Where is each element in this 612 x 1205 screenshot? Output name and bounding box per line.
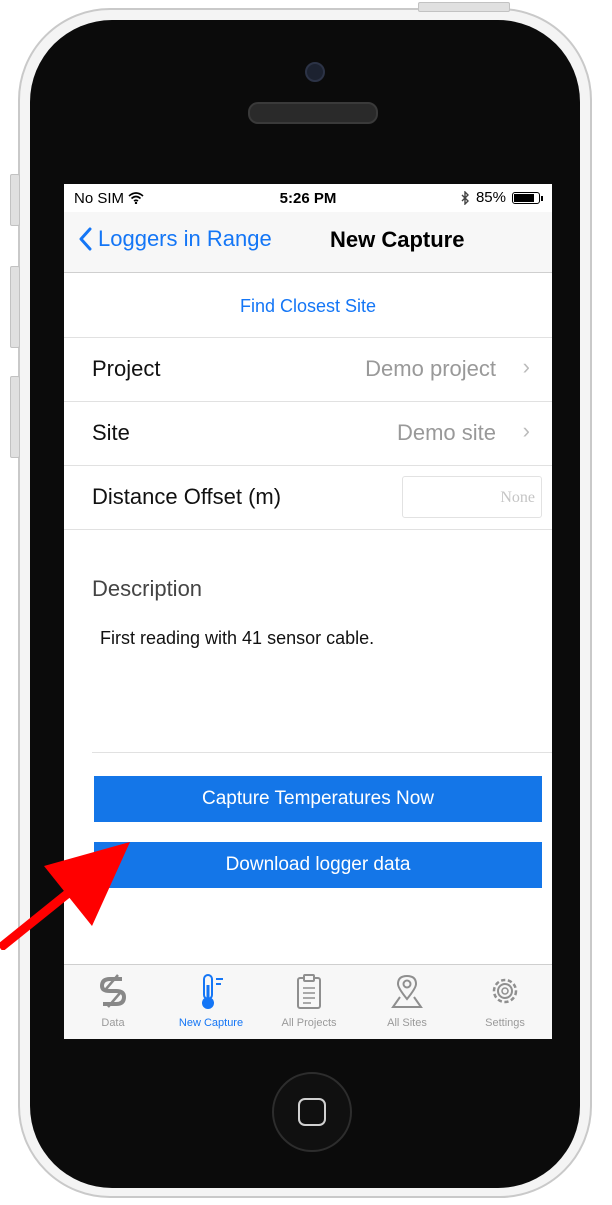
power-button (418, 2, 510, 12)
thermometer-icon (202, 974, 223, 1009)
navigation-bar: Loggers in Range New Capture (64, 212, 552, 273)
home-button-square (298, 1098, 326, 1126)
tab-label: All Projects (281, 1017, 337, 1029)
tab-all-sites[interactable]: All Sites (358, 965, 456, 1039)
tab-new-capture[interactable]: New Capture (162, 965, 260, 1039)
tab-label: Data (101, 1017, 125, 1029)
description-text[interactable]: First reading with 41 sensor cable. (100, 628, 374, 649)
battery-tip (541, 195, 543, 201)
chevron-right-icon: › (522, 418, 530, 443)
distance-offset-label: Distance Offset (m) (92, 484, 282, 509)
description-divider (92, 752, 552, 753)
volume-down-button (10, 376, 20, 458)
download-logger-data-button[interactable]: Download logger data (94, 842, 542, 888)
battery-percent: 85% (475, 189, 506, 206)
chevron-left-icon (79, 227, 92, 251)
page-title: New Capture (330, 227, 465, 252)
find-closest-site-link[interactable]: Find Closest Site (64, 274, 552, 338)
distance-offset-input[interactable]: None (402, 476, 542, 518)
back-button[interactable]: Loggers in Range (78, 226, 272, 252)
clipboard-icon (297, 974, 321, 1009)
map-pin-icon (391, 974, 423, 1008)
description-label: Description (92, 576, 203, 601)
tab-label: New Capture (178, 1017, 244, 1029)
tab-data[interactable]: Data (64, 965, 162, 1039)
mute-switch (10, 174, 20, 226)
annotation-arrow (0, 842, 130, 950)
tab-bar: Data New Capture All Projects All Sites … (64, 964, 552, 1039)
battery-icon (512, 191, 543, 204)
volume-up-button (10, 266, 20, 348)
capture-temperatures-button[interactable]: Capture Temperatures Now (94, 776, 542, 822)
chevron-right-icon: › (522, 354, 530, 379)
bluetooth-icon (461, 190, 469, 205)
tab-all-projects[interactable]: All Projects (260, 965, 358, 1039)
site-row[interactable]: Site Demo site › (64, 402, 552, 466)
project-row[interactable]: Project Demo project › (64, 338, 552, 402)
status-right: 85% (460, 189, 543, 206)
data-logo-icon (99, 974, 127, 1008)
tab-settings[interactable]: Settings (456, 965, 552, 1039)
gear-icon (492, 978, 518, 1004)
project-label: Project (92, 356, 161, 381)
earpiece-speaker (248, 102, 378, 124)
front-camera (305, 62, 325, 82)
battery-fill (514, 193, 535, 202)
tab-label: Settings (485, 1017, 525, 1029)
distance-offset-row: Distance Offset (m) None (64, 466, 552, 530)
tab-label: All Sites (387, 1017, 427, 1029)
site-value: Demo site (396, 420, 496, 445)
home-button[interactable] (272, 1072, 352, 1152)
status-bar: No SIM 5:26 PM 85% (64, 184, 552, 212)
site-label: Site (92, 420, 130, 445)
project-value: Demo project (365, 356, 496, 381)
back-button-label: Loggers in Range (98, 226, 272, 251)
